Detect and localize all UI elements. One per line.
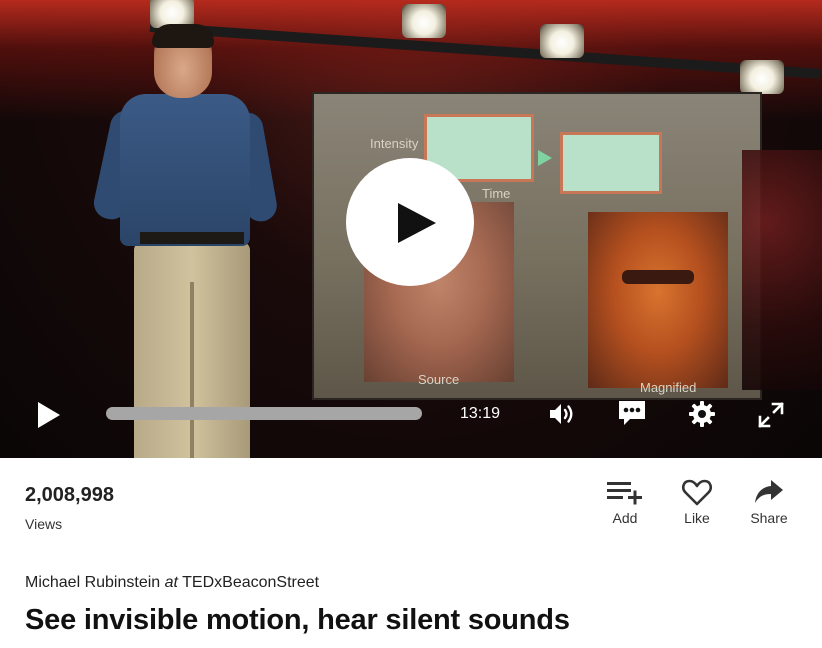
byline: Michael Rubinstein at TEDxBeaconStreet: [25, 574, 319, 592]
speaker-belt: [140, 232, 244, 244]
add-label: Add: [612, 510, 638, 526]
heart-icon: [682, 479, 712, 506]
share-button[interactable]: Share: [737, 478, 801, 526]
speaker-name[interactable]: Michael Rubinstein: [25, 574, 160, 591]
stage-lamp: [402, 4, 446, 38]
speaker-shirt: [120, 94, 250, 246]
talk-title: See invisible motion, hear silent sounds: [25, 604, 570, 636]
video-player[interactable]: Intensity Time Source Magnified 13:19: [0, 0, 822, 458]
progress-scrubber[interactable]: [106, 407, 422, 420]
slide-time-label: Time: [482, 186, 511, 201]
byline-at: at: [164, 574, 178, 591]
slide-arrow-icon: [538, 150, 552, 166]
like-button[interactable]: Like: [665, 478, 729, 526]
play-overlay-button[interactable]: [346, 158, 474, 286]
event-name[interactable]: TEDxBeaconStreet: [182, 574, 319, 591]
view-count: 2,008,998: [25, 484, 114, 506]
share-arrow-icon: [755, 480, 783, 503]
fullscreen-icon[interactable]: [758, 402, 784, 428]
speech-bubble-icon[interactable]: [618, 400, 646, 426]
share-label: Share: [750, 510, 788, 526]
player-controls: 13:19: [0, 390, 822, 440]
speaker-hair: [152, 24, 214, 48]
stage-decor: [742, 150, 822, 390]
play-icon[interactable]: [38, 402, 60, 428]
slide-waveform-chart: [560, 132, 662, 194]
duration-label: 13:19: [460, 405, 501, 422]
play-icon: [398, 203, 436, 243]
views-label: Views: [25, 516, 63, 532]
volume-icon[interactable]: [548, 402, 576, 426]
slide-source-label: Source: [418, 372, 460, 387]
stage-lamp: [740, 60, 784, 94]
slide-intensity-label: Intensity: [370, 136, 419, 151]
slide-magnified-image: [588, 212, 728, 388]
add-button[interactable]: Add: [593, 478, 657, 526]
like-label: Like: [684, 510, 710, 526]
gear-icon[interactable]: [689, 401, 715, 427]
add-to-list-icon: [607, 482, 642, 505]
stage-lamp: [540, 24, 584, 58]
